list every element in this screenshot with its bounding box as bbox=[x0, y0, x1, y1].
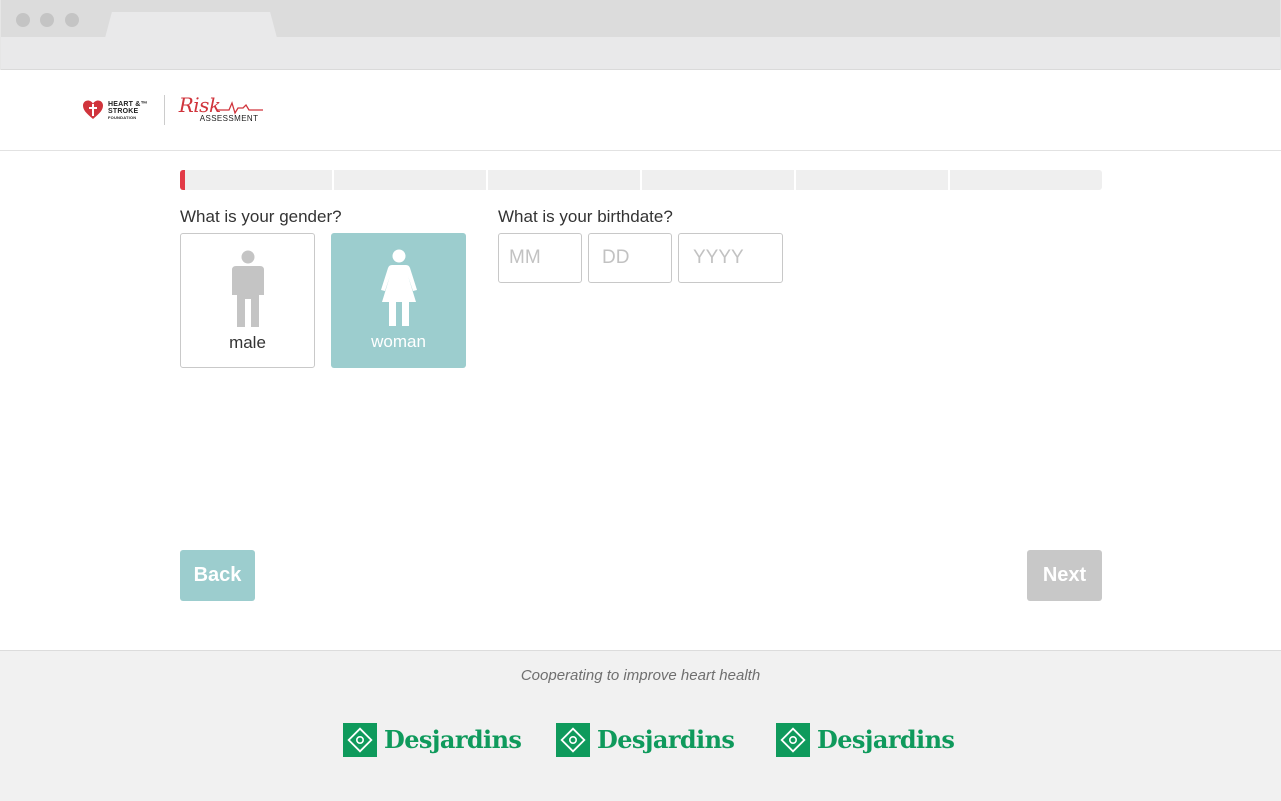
heart-logo-icon bbox=[83, 100, 103, 119]
desjardins-logo-icon bbox=[343, 722, 377, 757]
footer: Cooperating to improve heart health Desj… bbox=[0, 650, 1281, 801]
browser-tab[interactable] bbox=[105, 12, 277, 38]
progress-bar bbox=[180, 170, 1102, 190]
desjardins-logo-icon bbox=[556, 722, 590, 757]
progress-step-6 bbox=[950, 170, 1102, 190]
progress-step-fill bbox=[180, 170, 185, 190]
hsf-logo-line-2: STROKE bbox=[108, 107, 139, 115]
progress-step-5 bbox=[796, 170, 948, 190]
sponsor-name: Desjardins bbox=[597, 725, 735, 754]
woman-icon bbox=[380, 249, 417, 326]
gender-question-label: What is your gender? bbox=[180, 207, 342, 226]
risk-assessment-logo: Risk ASSESSMENT bbox=[179, 93, 265, 127]
logo-group[interactable]: HEART &™ STROKE FOUNDATION Risk ASSESSME… bbox=[82, 92, 265, 128]
gender-option-male[interactable]: male bbox=[180, 233, 315, 368]
birthdate-question-label: What is your birthdate? bbox=[498, 207, 673, 226]
birth-month-input[interactable] bbox=[498, 233, 582, 283]
sponsor-logo[interactable]: Desjardins bbox=[343, 722, 522, 757]
next-button[interactable]: Next bbox=[1027, 550, 1102, 601]
sponsor-name: Desjardins bbox=[384, 725, 522, 754]
window-minimize-dot[interactable] bbox=[40, 13, 54, 27]
progress-step-1 bbox=[180, 170, 332, 190]
birth-day-input[interactable] bbox=[588, 233, 672, 283]
browser-toolbar bbox=[1, 37, 1280, 70]
heart-and-stroke-logo: HEART &™ STROKE FOUNDATION bbox=[82, 99, 148, 121]
progress-step-3 bbox=[488, 170, 640, 190]
browser-chrome bbox=[0, 0, 1281, 70]
desjardins-logo-icon bbox=[776, 722, 810, 757]
risk-logo-subtitle: ASSESSMENT bbox=[199, 114, 259, 123]
gender-option-woman[interactable]: woman bbox=[331, 233, 466, 368]
progress-step-2 bbox=[334, 170, 486, 190]
birth-year-input[interactable] bbox=[678, 233, 783, 283]
footer-tagline: Cooperating to improve heart health bbox=[520, 667, 761, 684]
site-header: HEART &™ STROKE FOUNDATION Risk ASSESSME… bbox=[0, 70, 1281, 151]
window-close-dot[interactable] bbox=[16, 13, 30, 27]
window-zoom-dot[interactable] bbox=[65, 13, 79, 27]
progress-step-4 bbox=[642, 170, 794, 190]
gender-option-label: woman bbox=[371, 332, 426, 351]
sponsor-logo[interactable]: Desjardins bbox=[776, 722, 955, 757]
man-icon bbox=[231, 250, 264, 327]
gender-option-label: male bbox=[229, 333, 266, 352]
sponsor-logo[interactable]: Desjardins bbox=[556, 722, 735, 757]
sponsor-name: Desjardins bbox=[817, 725, 955, 754]
logo-divider bbox=[163, 95, 165, 125]
hsf-logo-line-1: HEART &™ bbox=[108, 100, 148, 108]
hsf-logo-line-3: FOUNDATION bbox=[108, 114, 137, 120]
heartbeat-line-icon bbox=[216, 101, 263, 115]
back-button[interactable]: Back bbox=[180, 550, 255, 601]
